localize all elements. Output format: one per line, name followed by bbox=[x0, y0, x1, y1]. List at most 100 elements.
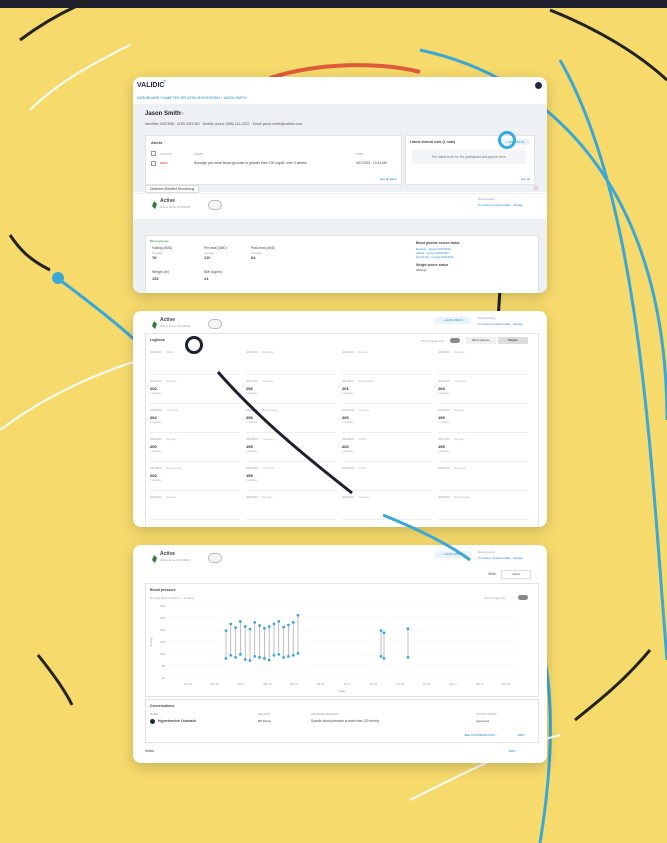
logbook-btn-weight[interactable]: Weight bbox=[498, 337, 528, 344]
bp-diastolic-point bbox=[229, 653, 233, 657]
edit-pencil-icon[interactable]: ✎ bbox=[180, 111, 184, 117]
logbook-day-name: Sunday bbox=[454, 408, 465, 412]
logbook-day-cell[interactable]: 05/05/23 Wednesday bbox=[438, 493, 528, 520]
logbook-day-cell[interactable]: 04/16/23 Monday 202 1 reading bbox=[150, 377, 240, 404]
logbook-day-cell[interactable]: 04/20/23 Thursday 202 1 reading bbox=[150, 406, 240, 433]
logbook-day-cell[interactable]: 04/28/23 Wednesday 202 1 reading bbox=[150, 464, 240, 491]
source-row-3[interactable]: OneTouch · synced 4/22/2023 bbox=[416, 255, 453, 259]
alert-row-checkbox[interactable] bbox=[151, 161, 156, 166]
bg-arc-dark-top-right bbox=[549, 8, 667, 82]
bp-systolic-point bbox=[296, 613, 300, 617]
see-all-alerts-link[interactable]: See all alerts bbox=[380, 177, 397, 181]
logbook-day-name: Tuesday bbox=[358, 495, 370, 499]
logbook-day-value: 200 bbox=[342, 415, 349, 420]
logbook-day-note: 1 reading bbox=[150, 421, 161, 424]
logbook-day-cell[interactable]: 04/25/23 Tuesday 199 1 reading bbox=[246, 435, 336, 462]
data-sharing-link[interactable]: 5 months of patient data · change bbox=[478, 322, 523, 326]
logbook-day-date: 04/30/23 bbox=[342, 466, 354, 470]
logbook-day-name: Thursday bbox=[454, 379, 467, 383]
logbook-day-note: 1 reading bbox=[150, 479, 161, 482]
postmeal-label: Post-meal (4MD) bbox=[251, 246, 276, 250]
bp-x-tick-label: Mar 28 bbox=[316, 682, 325, 686]
notes-edit-link[interactable]: EDIT bbox=[509, 749, 516, 753]
patient-details: Identifier 0007698 · DOB 3/5/1960 · Mobi… bbox=[145, 122, 303, 126]
logbook-day-cell[interactable]: 04/15/23 Monday bbox=[438, 348, 528, 375]
chart-view-button[interactable]: Chart bbox=[501, 570, 531, 579]
logbook-day-cell[interactable]: 04/30/23 Friday bbox=[342, 464, 432, 491]
alert-row-text[interactable]: Average pre-meal blood glucose is greate… bbox=[194, 161, 307, 165]
logbook-btn-glucose[interactable]: Blood glucose bbox=[466, 337, 496, 344]
logbook-day-name: Thursday bbox=[262, 466, 275, 470]
patient-name: Jason Smith bbox=[145, 111, 181, 117]
status-dropdown[interactable] bbox=[208, 200, 222, 210]
see-all-notes-link[interactable]: See all bbox=[521, 177, 530, 181]
see-conversation-link[interactable]: SEE CONVERSATION › bbox=[464, 733, 496, 737]
logbook-day-cell[interactable]: 04/27/23 Monday 199 1 reading bbox=[438, 435, 528, 462]
alerts-col-time: TIME bbox=[356, 152, 364, 156]
collapse-icon[interactable] bbox=[533, 185, 539, 191]
logbook-day-cell[interactable]: 04/13/23 Saturday bbox=[246, 348, 336, 375]
logbook-card: Active Active since 10/4/2022 + ADD VITA… bbox=[133, 311, 547, 527]
data-sharing-link[interactable]: 5 months of patient data · change bbox=[478, 556, 523, 560]
logbook-day-date: 04/20/23 bbox=[150, 408, 162, 412]
logbook-day-cell[interactable]: 04/17/23 Tuesday 206 1 reading bbox=[246, 377, 336, 404]
app-logo[interactable]: VALIDIC bbox=[137, 82, 164, 89]
logbook-day-cell[interactable]: 05/02/23 Sunday bbox=[150, 493, 240, 520]
bp-diastolic-point bbox=[258, 656, 261, 659]
logbook-day-cell[interactable]: 04/21/23 Wednesday 206 1 reading bbox=[246, 406, 336, 433]
logbook-day-name: Friday bbox=[358, 437, 367, 441]
bmi-value: 24 bbox=[204, 276, 209, 281]
data-sharing-link[interactable]: 5 months of patient data · change bbox=[478, 203, 523, 207]
bp-out-of-range-toggle[interactable] bbox=[518, 595, 528, 600]
logbook-day-name: Sunday bbox=[358, 350, 369, 354]
conversation-edit-link[interactable]: EDIT bbox=[518, 733, 525, 737]
bp-diastolic-point bbox=[379, 655, 383, 658]
logbook-day-date: 04/22/23 bbox=[342, 408, 354, 412]
breadcrumb[interactable]: DASHBOARD / DIABETES-RELATED MONITORING … bbox=[137, 96, 247, 100]
program-active-since: Active since 10/4/2022 bbox=[160, 205, 191, 209]
status-dropdown[interactable] bbox=[208, 553, 222, 563]
logbook-day-cell[interactable]: 04/22/23 Tuesday 200 1 reading bbox=[342, 406, 432, 433]
add-vitals-button[interactable]: + ADD VITALS bbox=[435, 551, 471, 558]
logbook-day-date: 04/27/23 bbox=[438, 437, 450, 441]
bp-x-tick-label: Feb 28 bbox=[210, 682, 219, 686]
bp-systolic-point bbox=[267, 625, 271, 628]
logbook-day-cell[interactable]: 04/19/23 Thursday 203 1 reading bbox=[438, 377, 528, 404]
conv-name[interactable]: Hypertensive Outreach bbox=[158, 719, 196, 723]
logbook-day-cell[interactable]: 04/18/23 Wednesday 201 1 reading bbox=[342, 377, 432, 404]
logbook-day-cell[interactable]: 05/01/23 Saturday bbox=[438, 464, 528, 491]
bp-diastolic-point bbox=[224, 657, 228, 660]
logbook-day-value: 202 bbox=[342, 444, 349, 449]
user-avatar-icon[interactable] bbox=[535, 82, 542, 89]
bg-arc-dark-top-left bbox=[19, 0, 95, 42]
bg-arc-dark-left bbox=[8, 234, 51, 272]
view-label: View bbox=[488, 572, 496, 576]
conv-col-reason: REASON bbox=[258, 712, 270, 716]
alerts-col-alert: ALERT bbox=[194, 152, 204, 156]
latest-note-placeholder: The latest note for the participant will… bbox=[412, 150, 526, 164]
tab-diabetes-monitoring[interactable]: Diabetes-Related Monitoring bbox=[145, 185, 200, 193]
out-of-range-toggle[interactable] bbox=[450, 338, 460, 343]
logbook-day-cell[interactable]: 04/26/23 Friday 202 1 reading bbox=[342, 435, 432, 462]
patient-summary-card: VALIDIC + DASHBOARD / DIABETES-RELATED M… bbox=[133, 77, 547, 293]
logbook-day-cell[interactable]: 04/14/23 Sunday bbox=[342, 348, 432, 375]
status-dropdown[interactable] bbox=[208, 319, 222, 329]
alerts-select-all-checkbox[interactable] bbox=[151, 151, 156, 156]
logbook-day-date: 04/19/23 bbox=[438, 379, 450, 383]
logbook-day-value: 202 bbox=[150, 415, 157, 420]
logbook-day-name: Tuesday bbox=[262, 437, 274, 441]
logbook-day-value: 199 bbox=[246, 473, 253, 478]
bp-diastolic-point bbox=[296, 651, 300, 655]
logbook-day-cell[interactable]: 05/04/23 Tuesday bbox=[342, 493, 432, 520]
conversation-bot-icon bbox=[150, 719, 155, 724]
logbook-day-cell[interactable]: 04/23/23 Sunday 199 1 reading bbox=[438, 406, 528, 433]
logbook-day-date: 05/05/23 bbox=[438, 495, 450, 499]
logbook-day-name: Monday bbox=[166, 437, 177, 441]
logbook-day-cell[interactable]: 04/29/23 Thursday 199 1 reading bbox=[246, 464, 336, 491]
bp-x-tick-label: May 2 bbox=[449, 682, 457, 686]
logbook-day-cell[interactable]: 05/03/23 Monday bbox=[246, 493, 336, 520]
bp-diastolic-point bbox=[277, 652, 281, 656]
logbook-day-cell[interactable]: 04/24/23 Monday 200 1 reading bbox=[150, 435, 240, 462]
bp-systolic-point bbox=[282, 625, 285, 629]
add-vitals-button[interactable]: + ADD VITALS bbox=[435, 317, 471, 324]
